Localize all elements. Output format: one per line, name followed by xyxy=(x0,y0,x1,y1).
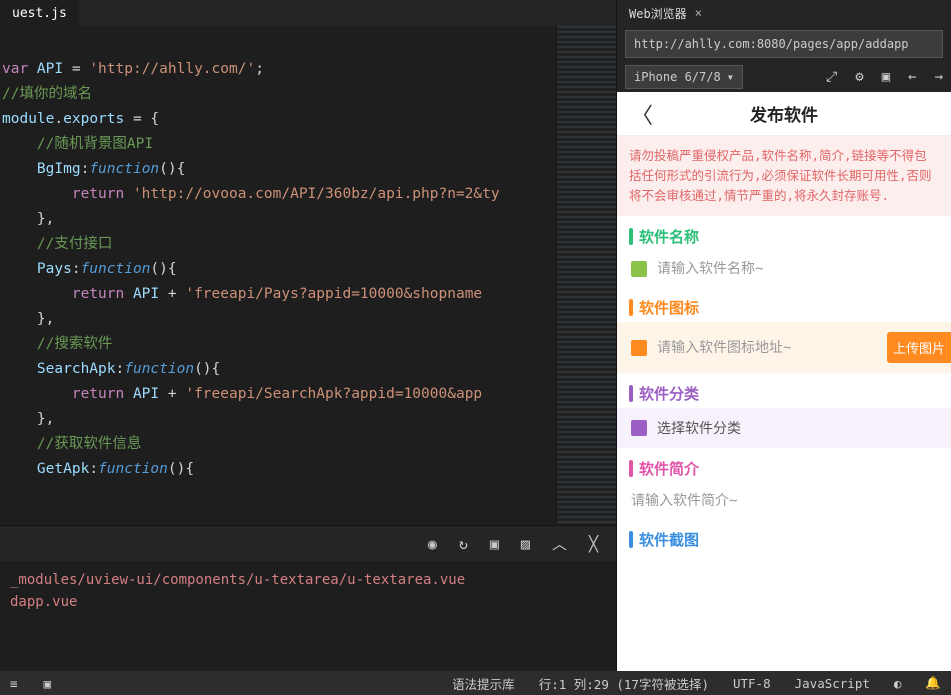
grid-icon xyxy=(631,420,647,436)
section-label: 软件分类 xyxy=(639,383,699,404)
close-icon[interactable]: × xyxy=(695,6,702,20)
encoding[interactable]: UTF-8 xyxy=(733,676,771,691)
section-label: 软件名称 xyxy=(639,226,699,247)
screenshot-icon[interactable]: ▣ xyxy=(882,69,890,85)
section-bar xyxy=(629,299,633,316)
section-label: 软件简介 xyxy=(639,458,699,479)
forward-icon[interactable]: → xyxy=(935,69,943,85)
stop-icon[interactable]: ▣ xyxy=(490,535,499,553)
browser-tab[interactable]: Web浏览器 × xyxy=(617,0,714,26)
gear-icon[interactable]: ⚙ xyxy=(855,69,863,85)
back-chevron-icon[interactable]: 〈 xyxy=(631,98,653,130)
cursor-position[interactable]: 行:1 列:29 (17字符被选择) xyxy=(539,674,709,693)
app-name-input[interactable] xyxy=(657,261,937,277)
status-bar: ≡ ▣ 语法提示库 行:1 列:29 (17字符被选择) UTF-8 JavaS… xyxy=(0,671,951,695)
section-label: 软件截图 xyxy=(639,529,699,550)
upload-image-button[interactable]: 上传图片 xyxy=(887,332,951,363)
compass-icon[interactable]: ◉ xyxy=(428,535,437,553)
android-icon xyxy=(631,261,647,277)
console-panel[interactable]: _modules/uview-ui/components/u-textarea/… xyxy=(0,561,616,671)
web-browser-panel: Web浏览器 × http://ahlly.com:8080/pages/app… xyxy=(616,0,951,671)
chevron-down-icon: ▾ xyxy=(727,70,734,84)
close-panel-icon[interactable]: ╳ xyxy=(589,535,598,553)
terminal-icon[interactable]: ▣ xyxy=(44,676,52,691)
image-icon xyxy=(631,340,647,356)
code-editor[interactable]: var API = 'http://ahlly.com/'; //填你的域名 m… xyxy=(0,26,556,525)
debug-toolbar: ◉ ↻ ▣ ▨ ︿ ╳ xyxy=(0,525,616,561)
category-select[interactable]: 选择软件分类 xyxy=(657,418,741,438)
language-mode[interactable]: JavaScript xyxy=(795,676,870,691)
dock-icon[interactable]: ⤢ xyxy=(826,69,837,85)
image-icon[interactable]: ▨ xyxy=(521,535,530,553)
collapse-up-icon[interactable]: ︿ xyxy=(552,533,567,554)
minimap[interactable] xyxy=(556,26,616,525)
console-line: dapp.vue xyxy=(10,591,606,613)
page-title: 发布软件 xyxy=(617,101,951,126)
section-bar xyxy=(629,531,633,548)
section-bar xyxy=(629,228,633,245)
section-bar xyxy=(629,385,633,402)
syntax-hint[interactable]: 语法提示库 xyxy=(452,674,515,693)
icon-url-input[interactable] xyxy=(657,340,877,356)
device-selector[interactable]: iPhone 6/7/8 ▾ xyxy=(625,65,743,89)
warning-notice: 请勿投稿严重侵权产品,软件名称,简介,链接等不得包括任何形式的引流行为,必须保证… xyxy=(617,136,951,216)
preview-viewport: 〈 发布软件 请勿投稿严重侵权产品,软件名称,简介,链接等不得包括任何形式的引流… xyxy=(617,92,951,671)
back-icon[interactable]: ← xyxy=(908,69,916,85)
intro-input[interactable] xyxy=(631,493,937,509)
url-bar[interactable]: http://ahlly.com:8080/pages/app/addapp xyxy=(625,30,943,58)
refresh-icon[interactable]: ↻ xyxy=(459,535,468,553)
editor-tabbar: uest.js xyxy=(0,0,616,26)
sync-icon[interactable]: ◐ xyxy=(894,676,902,691)
section-bar xyxy=(629,460,633,477)
console-line: _modules/uview-ui/components/u-textarea/… xyxy=(10,569,606,591)
menu-icon[interactable]: ≡ xyxy=(10,676,18,691)
bell-icon[interactable]: 🔔 xyxy=(925,675,941,691)
editor-tab[interactable]: uest.js xyxy=(0,0,79,26)
section-label: 软件图标 xyxy=(639,297,699,318)
